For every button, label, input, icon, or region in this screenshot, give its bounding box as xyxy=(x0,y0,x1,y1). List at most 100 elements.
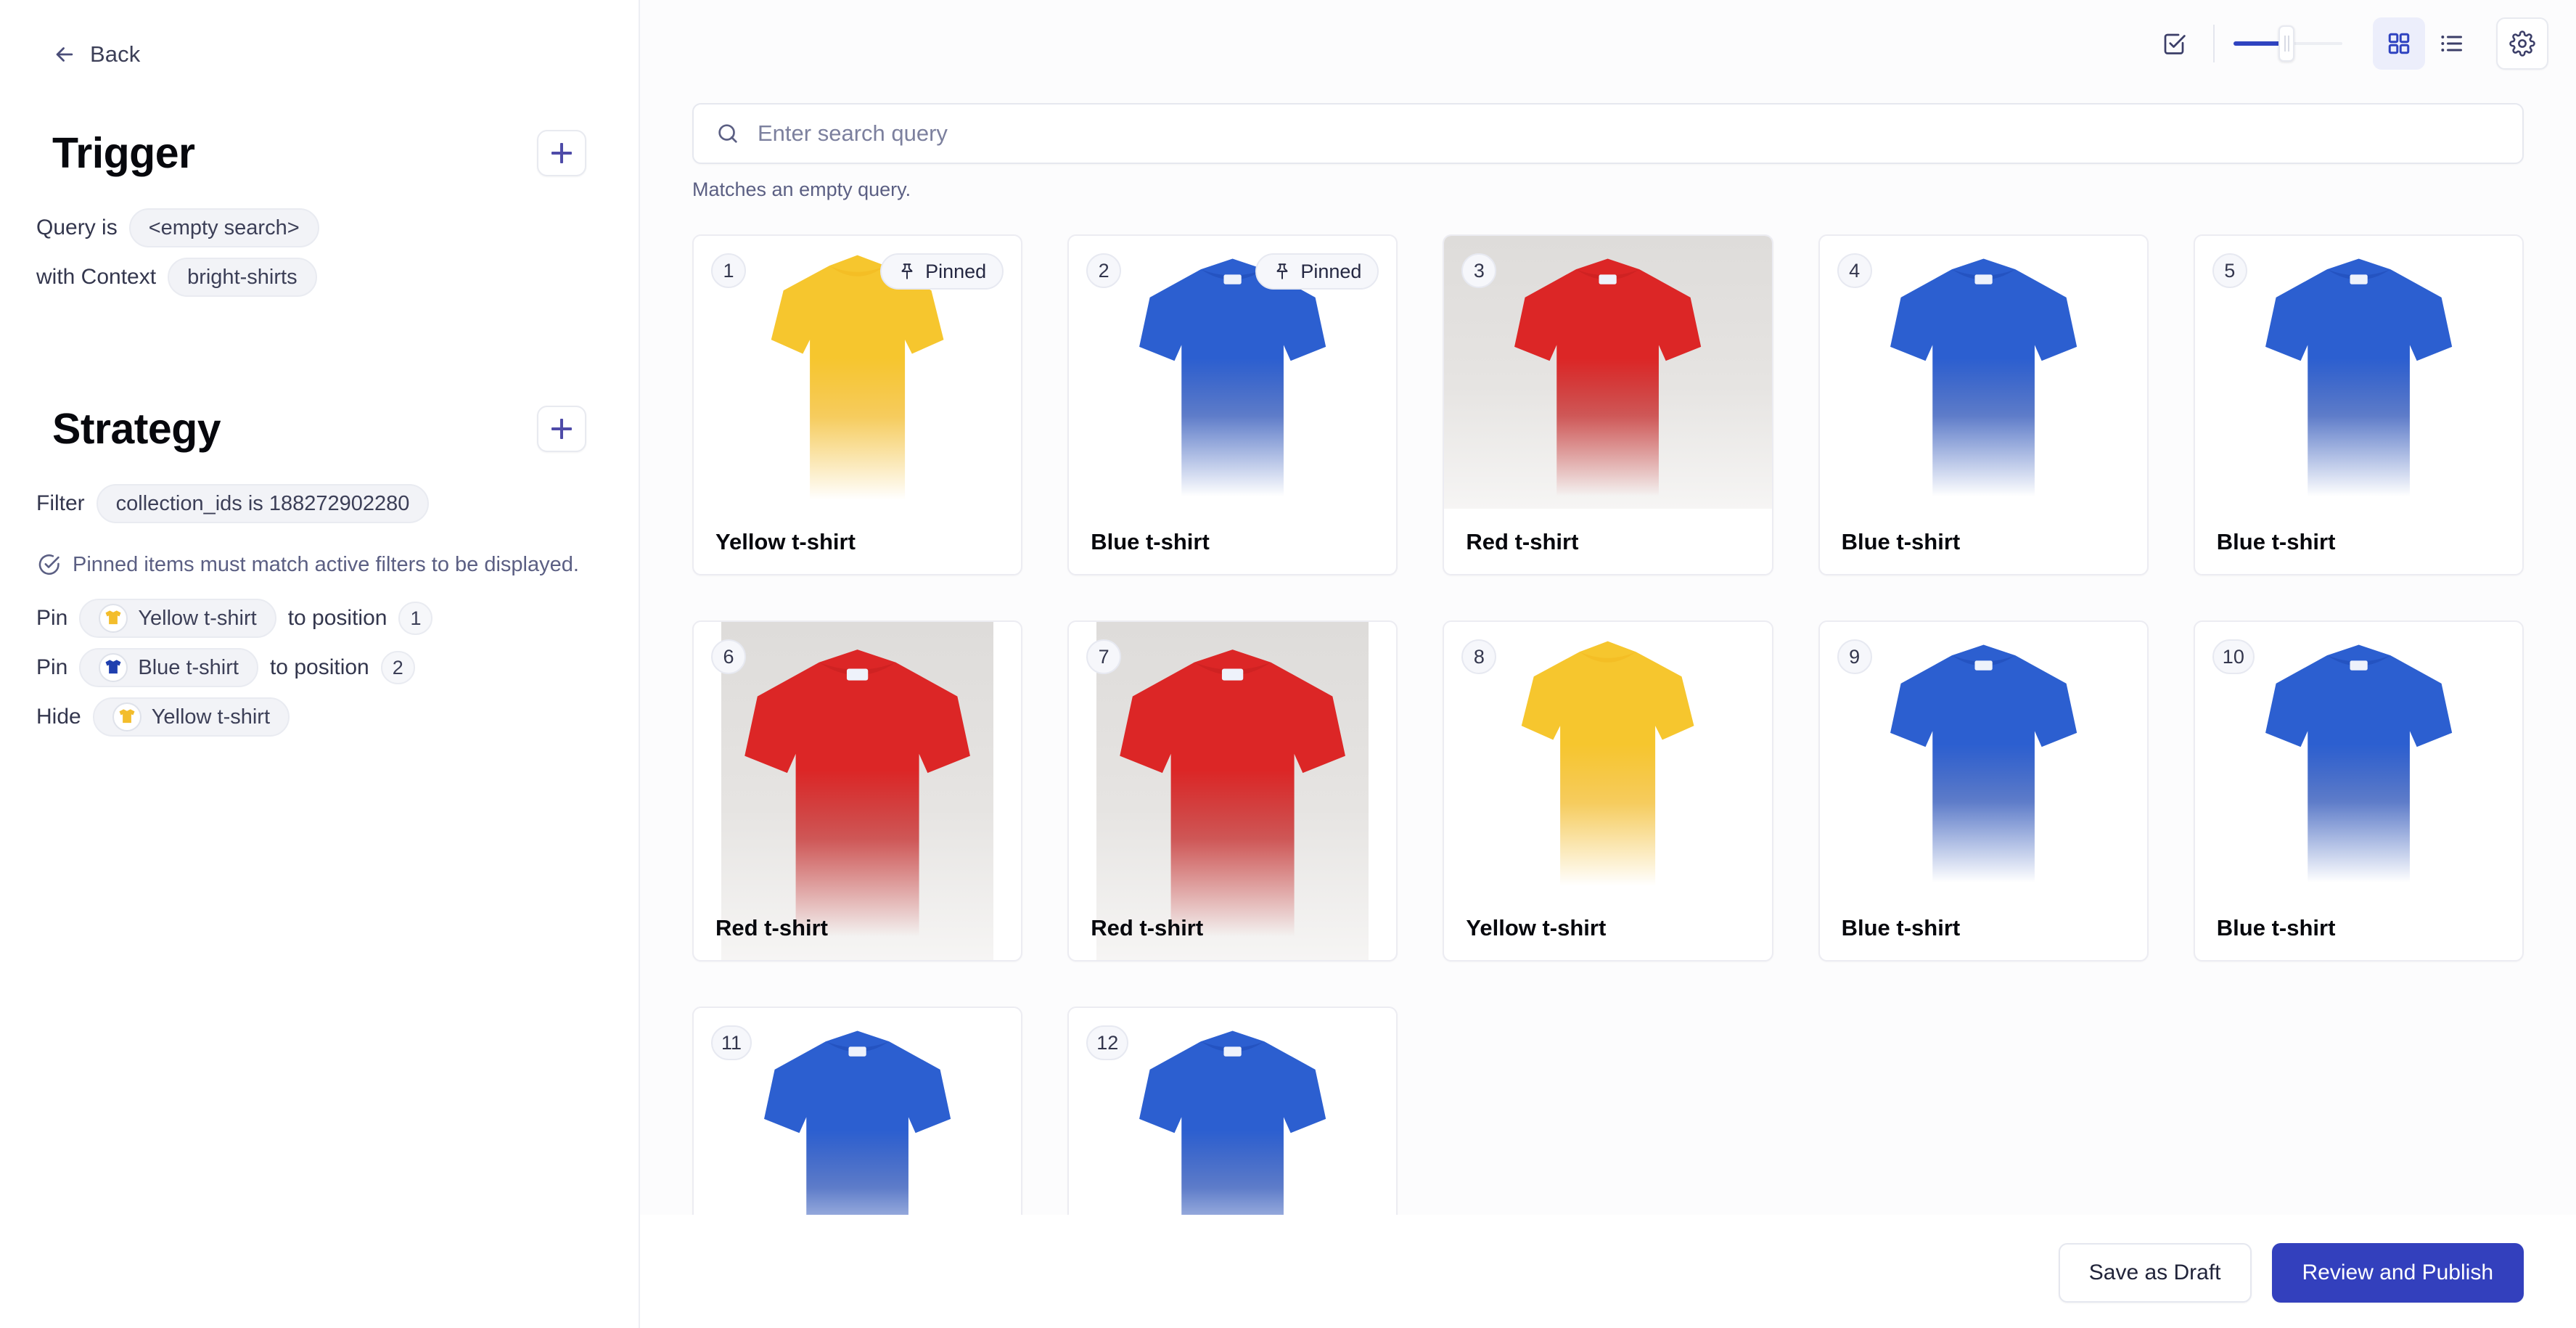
blue-tshirt-thumb-icon xyxy=(99,653,128,682)
result-position-badge: 7 xyxy=(1086,639,1121,674)
result-card[interactable]: 7 Red t-shirt xyxy=(1067,620,1398,962)
results-toolbar xyxy=(640,0,2576,87)
grid-view-button[interactable] xyxy=(2373,17,2425,70)
save-as-draft-button[interactable]: Save as Draft xyxy=(2059,1243,2252,1303)
pinned-items-note-text: Pinned items must match active filters t… xyxy=(73,553,579,577)
results-grid: 1 Pinned Yellow t-shirt 2 Pinned xyxy=(692,234,2524,1328)
checkbox-check-icon xyxy=(2161,30,2187,57)
toolbar-divider xyxy=(2213,25,2215,62)
result-position-badge: 12 xyxy=(1086,1025,1128,1060)
result-position-badge: 6 xyxy=(711,639,746,674)
pin-position-label: to position xyxy=(270,655,369,680)
result-position-badge: 1 xyxy=(711,253,746,288)
add-trigger-button[interactable] xyxy=(537,130,586,176)
result-position-badge: 2 xyxy=(1086,253,1121,288)
result-title: Yellow t-shirt xyxy=(1466,915,1606,941)
result-title: Blue t-shirt xyxy=(1842,915,1961,941)
strategy-rules: Filter collection_ids is 188272902280 Pi… xyxy=(0,484,639,737)
result-card[interactable]: 5Blue t-shirt xyxy=(2194,234,2524,575)
pin-position-value[interactable]: 2 xyxy=(381,651,415,684)
card-size-slider[interactable] xyxy=(2234,22,2342,65)
select-all-button[interactable] xyxy=(2148,17,2200,70)
pinned-items-note: Pinned items must match active filters t… xyxy=(36,552,639,577)
trigger-query-pill[interactable]: <empty search> xyxy=(129,208,319,247)
hide-item-label: Yellow t-shirt xyxy=(152,705,270,729)
slider-grip-line xyxy=(2288,36,2289,52)
config-sidebar: Back Trigger Query is <empty search> wit… xyxy=(0,0,640,1328)
arrow-left-icon xyxy=(52,42,77,67)
pinned-badge[interactable]: Pinned xyxy=(1255,253,1379,290)
list-view-icon xyxy=(2438,30,2464,57)
pinned-badge-label: Pinned xyxy=(1300,261,1361,283)
back-label: Back xyxy=(90,41,140,67)
slider-fill xyxy=(2234,41,2281,46)
action-footer: Save as Draft Review and Publish xyxy=(640,1218,2576,1328)
result-title: Blue t-shirt xyxy=(1842,529,1961,555)
card-image xyxy=(721,622,993,960)
filter-value-pill[interactable]: collection_ids is 188272902280 xyxy=(97,484,430,523)
result-card[interactable]: 6 Red t-shirt xyxy=(692,620,1022,962)
strategy-pin-row: Pin Yellow t-shirt to position 1 xyxy=(36,599,639,638)
search-icon xyxy=(715,121,740,146)
trigger-rule-row: with Context bright-shirts xyxy=(36,258,639,297)
red-tshirt-image xyxy=(1096,622,1369,960)
card-image xyxy=(1096,622,1369,960)
search-bar[interactable] xyxy=(692,103,2524,164)
result-position-badge: 10 xyxy=(2212,639,2255,674)
result-card[interactable]: 10 Blue t-shirt xyxy=(2194,620,2524,962)
result-card[interactable]: 3Red t-shirt xyxy=(1443,234,1773,575)
trigger-rule-label: with Context xyxy=(36,265,156,290)
results-panel: Matches an empty query. 1 Pinned Yellow … xyxy=(640,0,2576,1328)
plus-icon xyxy=(551,143,572,163)
hide-action-label: Hide xyxy=(36,705,81,729)
result-title: Blue t-shirt xyxy=(2217,915,2336,941)
pin-action-label: Pin xyxy=(36,655,67,680)
pinned-badge[interactable]: Pinned xyxy=(880,253,1004,290)
trigger-section-header: Trigger xyxy=(52,130,586,176)
trigger-rules: Query is <empty search> with Context bri… xyxy=(0,208,639,297)
trigger-context-pill[interactable]: bright-shirts xyxy=(168,258,317,297)
search-input[interactable] xyxy=(758,120,2501,147)
back-button[interactable]: Back xyxy=(52,41,140,67)
pin-icon xyxy=(1273,262,1292,281)
pin-item-label: Blue t-shirt xyxy=(138,656,239,680)
result-position-badge: 4 xyxy=(1837,253,1872,288)
search-zone: Matches an empty query. xyxy=(640,87,2576,201)
slider-grip-line xyxy=(2284,36,2286,52)
result-position-badge: 11 xyxy=(711,1025,752,1060)
result-position-badge: 9 xyxy=(1837,639,1872,674)
pin-action-label: Pin xyxy=(36,606,67,631)
result-title: Blue t-shirt xyxy=(1091,529,1210,555)
result-card[interactable]: 9 Blue t-shirt xyxy=(1818,620,2149,962)
strategy-hide-row: Hide Yellow t-shirt xyxy=(36,697,639,737)
result-card[interactable]: 8Yellow t-shirt xyxy=(1443,620,1773,962)
result-title: Red t-shirt xyxy=(1466,529,1578,555)
list-view-button[interactable] xyxy=(2425,17,2477,70)
trigger-rule-label: Query is xyxy=(36,216,118,240)
pin-item-pill[interactable]: Blue t-shirt xyxy=(79,648,258,687)
result-title: Red t-shirt xyxy=(715,915,828,941)
match-note: Matches an empty query. xyxy=(692,179,2524,201)
pinned-badge-label: Pinned xyxy=(925,261,986,283)
pin-item-pill[interactable]: Yellow t-shirt xyxy=(79,599,276,638)
strategy-section-header: Strategy xyxy=(52,406,586,452)
review-and-publish-button[interactable]: Review and Publish xyxy=(2272,1243,2524,1303)
pin-position-value[interactable]: 1 xyxy=(398,602,432,635)
result-card[interactable]: 1 Pinned Yellow t-shirt xyxy=(692,234,1022,575)
trigger-title: Trigger xyxy=(52,132,195,175)
grid-view-icon xyxy=(2386,30,2412,57)
result-card[interactable]: 4 Blue t-shirt xyxy=(1818,234,2149,575)
result-card[interactable]: 2 Pinned Blue t-shirt xyxy=(1067,234,1398,575)
slider-thumb[interactable] xyxy=(2278,25,2294,62)
result-title: Red t-shirt xyxy=(1091,915,1203,941)
strategy-pin-row: Pin Blue t-shirt to position 2 xyxy=(36,648,639,687)
result-position-badge: 5 xyxy=(2212,253,2247,288)
check-circle-icon xyxy=(36,552,61,577)
add-strategy-button[interactable] xyxy=(537,406,586,452)
pin-item-label: Yellow t-shirt xyxy=(138,607,256,631)
pin-icon xyxy=(898,262,916,281)
settings-button[interactable] xyxy=(2496,17,2548,70)
yellow-tshirt-thumb-icon xyxy=(99,604,128,633)
hide-item-pill[interactable]: Yellow t-shirt xyxy=(93,697,290,737)
trigger-rule-row: Query is <empty search> xyxy=(36,208,639,247)
